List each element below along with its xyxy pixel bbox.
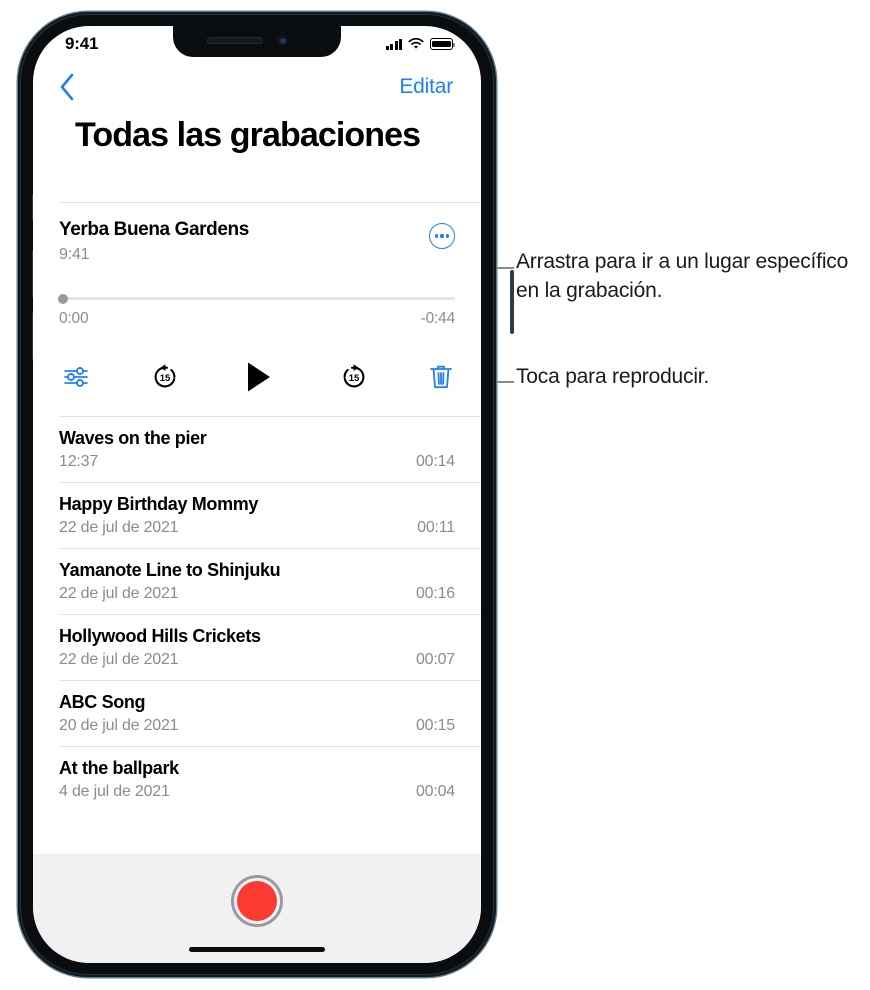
recording-meta: 4 de jul de 2021 00:04 <box>59 783 455 801</box>
recording-name: Hollywood Hills Crickets <box>59 626 261 646</box>
time-row: 0:00 -0:44 <box>59 310 455 328</box>
recording-duration: 00:11 <box>417 519 455 536</box>
edit-button[interactable]: Editar <box>399 75 453 99</box>
phone-screen: 9:41 Editar Todas las grabaciones Yerba … <box>33 26 481 963</box>
recording-name: Waves on the pier <box>59 428 207 448</box>
playback-scrubber[interactable] <box>58 290 455 306</box>
transport-controls: 15 15 <box>59 356 455 398</box>
recording-date: 22 de jul de 2021 <box>59 519 179 536</box>
recording-name: Happy Birthday Mommy <box>59 494 259 514</box>
record-bar <box>33 855 481 963</box>
phone-frame: 9:41 Editar Todas las grabaciones Yerba … <box>18 12 514 977</box>
skip-back-15-button[interactable]: 15 <box>149 361 181 393</box>
chevron-left-icon <box>60 73 74 101</box>
recording-meta: 22 de jul de 2021 00:11 <box>59 519 455 537</box>
callout-play-text: Toca para reproducir. <box>516 365 710 388</box>
recording-name: At the ballpark <box>59 758 179 778</box>
list-item[interactable]: Hollywood Hills Crickets 22 de jul de 202… <box>33 615 481 680</box>
recordings-scroll-area[interactable]: Yerba Buena Gardens 9:41 0:00 -0:44 15 1… <box>33 202 481 855</box>
recording-duration: 00:15 <box>415 717 455 734</box>
remaining-time: -0:44 <box>420 310 456 327</box>
page-title: Todas las grabaciones <box>75 116 421 154</box>
recording-date: 22 de jul de 2021 <box>59 585 179 602</box>
expanded-player-card: Yerba Buena Gardens 9:41 0:00 -0:44 15 1… <box>33 203 481 398</box>
recording-date: 20 de jul de 2021 <box>59 717 179 734</box>
play-icon <box>248 362 270 392</box>
play-button[interactable] <box>240 361 278 393</box>
home-indicator[interactable] <box>189 946 325 952</box>
list-item[interactable]: ABC Song 20 de jul de 2021 00:15 <box>33 681 481 746</box>
recording-meta: 20 de jul de 2021 00:15 <box>59 717 455 735</box>
svg-text:15: 15 <box>159 373 170 384</box>
player-date: 9:41 <box>59 246 90 263</box>
scrubber-knob[interactable] <box>58 294 68 304</box>
list-item[interactable]: At the ballpark 4 de jul de 2021 00:04 <box>33 747 481 812</box>
callout-scrubber-text: Arrastra para ir a un lugar específico e… <box>516 250 849 302</box>
playback-settings-button[interactable] <box>63 365 89 389</box>
skip-forward-15-button[interactable]: 15 <box>338 361 370 393</box>
status-time: 9:41 <box>65 34 99 53</box>
delete-button[interactable] <box>429 363 453 391</box>
recording-name: Yamanote Line to Shinjuku <box>59 560 281 580</box>
list-item[interactable]: Happy Birthday Mommy 22 de jul de 2021 00:… <box>33 483 481 548</box>
notch <box>173 26 341 57</box>
recording-date: 22 de jul de 2021 <box>59 651 179 668</box>
player-header: Yerba Buena Gardens 9:41 <box>59 219 455 264</box>
status-icons <box>385 38 456 50</box>
battery-icon <box>430 38 456 50</box>
scrubber-track <box>59 297 455 301</box>
list-item[interactable]: Waves on the pier 12:37 00:14 <box>33 417 481 482</box>
recording-meta: 22 de jul de 2021 00:16 <box>59 585 455 603</box>
recording-duration: 00:04 <box>415 783 455 800</box>
recording-duration: 00:14 <box>415 453 455 470</box>
rewind-15-icon: 15 <box>154 364 175 388</box>
record-icon <box>237 881 277 921</box>
signal-bars-icon <box>385 38 402 50</box>
power-button[interactable] <box>510 270 514 334</box>
earpiece-speaker-icon <box>207 37 263 44</box>
recording-duration: 00:07 <box>415 651 455 668</box>
sliders-icon <box>64 367 88 387</box>
player-title: Yerba Buena Gardens <box>59 219 249 240</box>
back-button[interactable] <box>59 72 81 102</box>
recordings-list: Waves on the pier 12:37 00:14 Happy Birthda… <box>33 417 481 812</box>
recording-meta: 12:37 00:14 <box>59 453 455 471</box>
player-info: Yerba Buena Gardens 9:41 <box>59 219 249 264</box>
wifi-icon <box>408 38 424 49</box>
forward-15-icon: 15 <box>343 364 364 388</box>
trash-icon <box>430 365 452 389</box>
nav-bar: Editar <box>33 62 481 112</box>
list-item[interactable]: Yamanote Line to Shinjuku 22 de jul de 20… <box>33 549 481 614</box>
svg-text:15: 15 <box>348 373 359 384</box>
recording-name: ABC Song <box>59 692 146 712</box>
elapsed-time: 0:00 <box>59 310 89 327</box>
recording-date: 12:37 <box>59 453 99 470</box>
recording-duration: 00:16 <box>415 585 455 602</box>
more-options-button[interactable] <box>429 223 455 249</box>
front-camera-icon <box>277 35 288 46</box>
record-button[interactable] <box>231 875 283 927</box>
recording-meta: 22 de jul de 2021 00:07 <box>59 651 455 669</box>
recording-date: 4 de jul de 2021 <box>59 783 170 800</box>
